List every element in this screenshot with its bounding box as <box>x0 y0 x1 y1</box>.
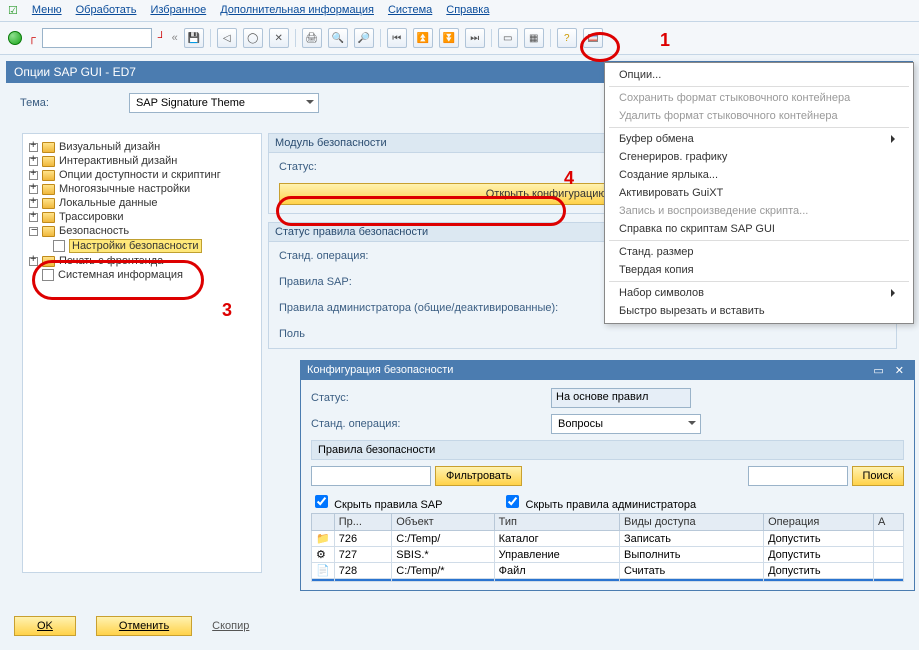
dialog-title: Конфигурация безопасности <box>307 364 453 377</box>
filter-button[interactable]: Фильтровать <box>435 466 522 486</box>
table-row[interactable]: 📁726C:/Temp/КаталогЗаписатьДопустить <box>312 531 904 547</box>
new-session-icon[interactable]: ▭ <box>498 28 518 48</box>
page-icon <box>42 269 54 281</box>
ctx-save-dock: Сохранить формат стыковочного контейнера <box>605 89 913 107</box>
ctx-gen-graphic[interactable]: Сгенериров. графику <box>605 148 913 166</box>
ctx-clipboard[interactable]: Буфер обмена <box>605 130 913 148</box>
ctx-script-help[interactable]: Справка по скриптам SAP GUI <box>605 220 913 238</box>
ctx-script-rec: Запись и воспроизведение скрипта... <box>605 202 913 220</box>
conf-status-value: На основе правил <box>551 388 691 408</box>
exit-icon[interactable]: ◯ <box>243 28 263 48</box>
theme-combo[interactable]: SAP Signature Theme <box>129 93 319 113</box>
page-up-icon[interactable]: ⏫ <box>413 28 433 48</box>
page-last-icon[interactable]: ⏭ <box>465 28 485 48</box>
menubar: ☑ Меню Обработать Избранное Дополнительн… <box>0 0 919 22</box>
folder-icon <box>42 142 55 153</box>
enter-icon[interactable] <box>8 31 22 45</box>
table-row[interactable] <box>312 579 904 582</box>
local-layout-menu: Опции... Сохранить формат стыковочного к… <box>604 62 914 324</box>
folder-icon <box>42 184 55 195</box>
table-row[interactable]: 📄728C:/Temp/*ФайлСчитатьДопустить <box>312 563 904 579</box>
menu-item[interactable]: Справка <box>446 4 489 17</box>
hide-admin-checkbox[interactable]: Скрыть правила администратора <box>502 492 696 511</box>
chevron-right-icon <box>891 135 899 143</box>
conf-op-label: Станд. операция: <box>311 418 431 430</box>
page-first-icon[interactable]: ⏮ <box>387 28 407 48</box>
menu-item[interactable]: Меню <box>32 4 62 17</box>
ctx-charset[interactable]: Набор символов <box>605 284 913 302</box>
ctx-options[interactable]: Опции... <box>605 66 913 84</box>
menu-item[interactable]: Система <box>388 4 432 17</box>
annot-3: 3 <box>222 300 232 321</box>
annot-4: 4 <box>564 168 574 189</box>
ctx-guixT[interactable]: Активировать GuiXT <box>605 184 913 202</box>
local-layout-icon[interactable] <box>583 28 603 48</box>
security-config-dialog: Конфигурация безопасности ▭ ✕ Статус: На… <box>300 360 915 591</box>
command-input[interactable] <box>42 28 152 48</box>
ctx-quick-cut[interactable]: Быстро вырезать и вставить <box>605 302 913 320</box>
folder-icon <box>42 156 55 167</box>
search-button[interactable]: Поиск <box>852 466 904 486</box>
cancel-button[interactable]: Отменить <box>96 616 192 636</box>
ctx-hardcopy[interactable]: Твердая копия <box>605 261 913 279</box>
toolbar: ┌ ┘ « 💾 ◁ ◯ ✕ 🖨 🔍 🔎 ⏮ ⏫ ⏬ ⏭ ▭ ▦ ? <box>0 22 919 55</box>
rules-header: Правила безопасности <box>311 440 904 460</box>
menu-item[interactable]: Избранное <box>150 4 206 17</box>
page-down-icon[interactable]: ⏬ <box>439 28 459 48</box>
conf-op-combo[interactable]: Вопросы <box>551 414 701 434</box>
rules-grid[interactable]: Пр... Объект Тип Виды доступа Операция А… <box>311 513 904 582</box>
find-next-icon[interactable]: 🔎 <box>354 28 374 48</box>
print-icon[interactable]: 🖨 <box>302 28 322 48</box>
find-icon[interactable]: 🔍 <box>328 28 348 48</box>
theme-label: Тема: <box>20 97 49 109</box>
copy-button[interactable]: Скопир <box>212 620 249 632</box>
annot-1: 1 <box>660 30 670 51</box>
window-controls[interactable]: ▭ ✕ <box>873 364 908 377</box>
menu-item[interactable]: Дополнительная информация <box>220 4 374 17</box>
hide-sap-checkbox[interactable]: Скрыть правила SAP <box>311 492 442 511</box>
folder-icon <box>42 198 55 209</box>
folder-icon <box>42 256 55 267</box>
shortcut-icon[interactable]: ▦ <box>524 28 544 48</box>
folder-icon <box>42 226 55 237</box>
page-icon <box>53 240 65 252</box>
folder-icon <box>42 170 55 181</box>
help-icon[interactable]: ? <box>557 28 577 48</box>
menu-item[interactable]: Обработать <box>76 4 137 17</box>
conf-status-label: Статус: <box>311 392 431 404</box>
ctx-del-dock: Удалить формат стыковочного контейнера <box>605 107 913 125</box>
filter-input[interactable] <box>311 466 431 486</box>
ctx-create-shortcut[interactable]: Создание ярлыка... <box>605 166 913 184</box>
ok-button[interactable]: OK <box>14 616 76 636</box>
table-row[interactable]: ⚙727SBIS.*УправлениеВыполнитьДопустить <box>312 547 904 563</box>
search-input[interactable] <box>748 466 848 486</box>
chevron-right-icon <box>891 289 899 297</box>
ctx-default-size[interactable]: Станд. размер <box>605 243 913 261</box>
nav-tree[interactable]: Визуальный дизайн Интерактивный дизайн О… <box>22 133 262 573</box>
back-icon[interactable]: ◁ <box>217 28 237 48</box>
doc-icon[interactable]: ☑ <box>8 4 18 17</box>
tree-leaf-security-settings[interactable]: Настройки безопасности <box>69 239 202 253</box>
save-icon[interactable]: 💾 <box>184 28 204 48</box>
cancel-icon[interactable]: ✕ <box>269 28 289 48</box>
folder-icon <box>42 212 55 223</box>
